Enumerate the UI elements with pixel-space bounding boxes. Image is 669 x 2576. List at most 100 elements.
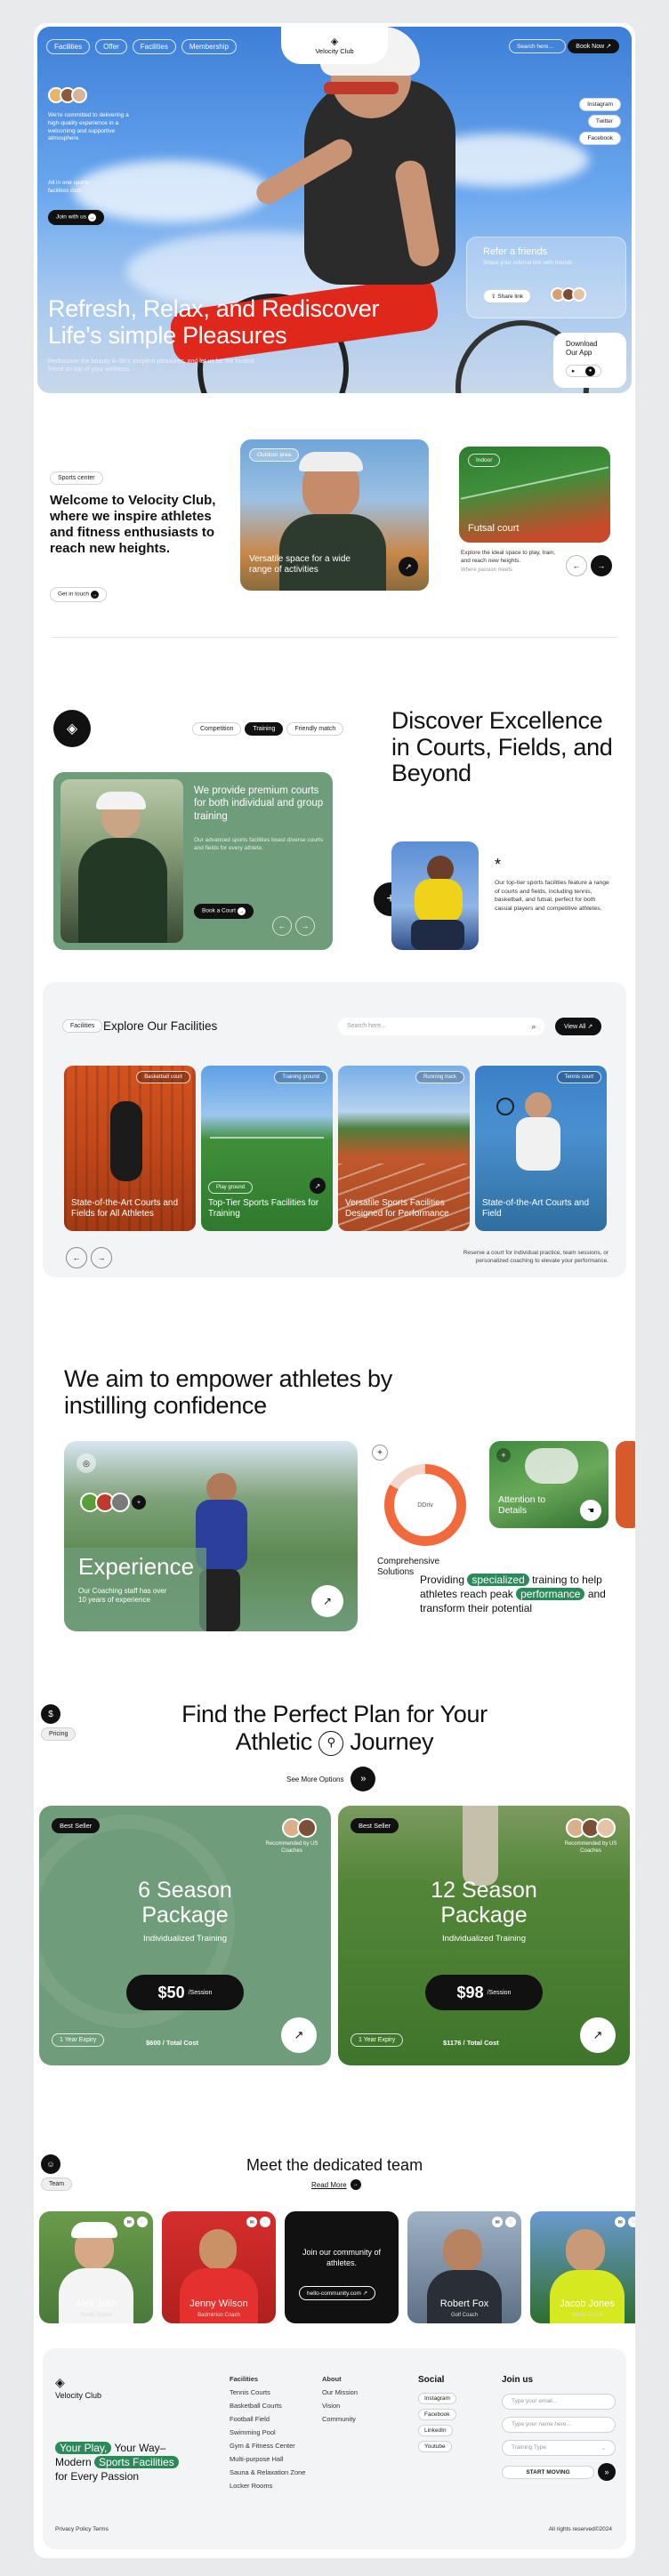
chat-icon[interactable]: ◌ [628, 2217, 635, 2227]
chat-icon[interactable]: ◌ [137, 2217, 148, 2227]
facebook-link[interactable]: Facebook [579, 132, 621, 145]
mail-icon[interactable]: ✉ [124, 2217, 134, 2227]
prev-arrow-icon[interactable]: ← [272, 916, 292, 936]
outdoor-area-card[interactable]: Outdoor area Versatile space for a wide … [240, 439, 429, 591]
linkedin-link[interactable]: LinkedIn [418, 2425, 453, 2436]
total-cost: $1176 / Total Cost [443, 2039, 499, 2047]
join-button[interactable]: Join with us → [48, 210, 104, 225]
footer-link[interactable]: Community [322, 2415, 358, 2423]
facility-card[interactable]: Basketball court State-of-the-Art Courts… [64, 1066, 196, 1231]
book-now-button[interactable]: Book Now ↗ [568, 39, 619, 53]
footer-social: Social Instagram Facebook LinkedIn Youtu… [418, 2375, 456, 2452]
facility-card[interactable]: Running track Versatile Sports Facilitie… [338, 1066, 470, 1231]
footer-about: About Our Mission Vision Community [322, 2375, 358, 2428]
footer-link[interactable]: Vision [322, 2402, 358, 2410]
facilities-section: Facilities Explore Our Facilities Search… [43, 982, 626, 1277]
discover-desc: Our top-tier sports facilities feature a… [495, 880, 609, 912]
mail-icon[interactable]: ✉ [492, 2217, 503, 2227]
download-app-card[interactable]: Download Our App ▸ ● [553, 333, 626, 388]
arrow-icon[interactable]: ↗ [580, 2017, 616, 2053]
see-more-options[interactable]: See More Options » [286, 1767, 376, 1791]
arrow-icon[interactable]: ↗ [310, 1178, 326, 1194]
email-field[interactable]: Type your email... [502, 2394, 616, 2410]
chat-icon[interactable]: ◌ [505, 2217, 516, 2227]
double-chevron-icon[interactable]: » [598, 2463, 616, 2481]
instagram-link[interactable]: Instagram [418, 2393, 456, 2404]
team-card[interactable]: ✉ ◌ Alex Josh Tennis Coach [39, 2211, 153, 2323]
tab-competition[interactable]: Competition [192, 722, 242, 736]
avatar-group: + [80, 1493, 146, 1512]
youtube-link[interactable]: Youtube [418, 2441, 452, 2452]
plan-type: Individualized Training [142, 1934, 227, 1944]
footer-link[interactable]: Sauna & Relaxation Zone [230, 2468, 305, 2476]
footer-heading: Facilities [230, 2375, 259, 2383]
twitter-link[interactable]: Twitter [587, 115, 621, 128]
tab-training[interactable]: Training [245, 722, 284, 736]
community-link[interactable]: hello-community.com ↗ [299, 2286, 376, 2300]
privacy-link[interactable]: Privacy Policy Terms [55, 2526, 109, 2532]
facility-card[interactable]: Training ground Play ground ↗ Top-Tier S… [201, 1066, 333, 1231]
name-field[interactable]: Type your name here... [502, 2417, 616, 2433]
footer-join: Join us Type your email... Type your nam… [502, 2375, 616, 2481]
team-title: Meet the dedicated team [246, 2156, 423, 2174]
search-input[interactable]: Search here... [509, 39, 566, 53]
plus-icon[interactable]: + [496, 1448, 511, 1462]
nav-item[interactable]: Membership [181, 39, 237, 54]
start-moving-button[interactable]: START MOVING [502, 2465, 594, 2479]
next-arrow-icon[interactable]: → [91, 1247, 112, 1268]
expiry-tag: 1 Year Expiry [52, 2033, 105, 2047]
futsal-desc: Explore the ideal space to play, train, … [461, 550, 556, 564]
facility-card[interactable]: Tennis court State-of-the-Art Courts and… [475, 1066, 607, 1231]
view-all-button[interactable]: View All ↗ [555, 1018, 602, 1035]
facility-label: Versatile Sports Facilities Designed for… [345, 1198, 449, 1219]
arrow-icon[interactable]: ↗ [281, 2017, 317, 2053]
nav-item[interactable]: Facilities [132, 39, 176, 54]
tab-friendly-match[interactable]: Friendly match [286, 722, 344, 736]
coach-avatars [566, 1818, 616, 1838]
prev-arrow-icon[interactable]: ← [566, 555, 587, 576]
arrow-icon[interactable]: ↗ [399, 557, 418, 576]
logo[interactable]: ◈ Velocity Club [281, 27, 388, 64]
team-card[interactable]: ✉ ◌ Jenny Wilson Badminton Coach [162, 2211, 276, 2323]
coach-avatars [282, 1818, 317, 1838]
book-court-button[interactable]: Book a Court → [194, 904, 254, 919]
read-more-link[interactable]: Read More → [311, 2179, 361, 2190]
app-store-toggle[interactable]: ▸ ● [566, 365, 601, 377]
chat-icon[interactable]: ◌ [260, 2217, 270, 2227]
next-arrow-icon[interactable]: → [295, 916, 315, 936]
footer-link[interactable]: Gym & Fitness Center [230, 2442, 305, 2450]
facility-tag: Basketball court [136, 1071, 190, 1083]
futsal-card[interactable]: Indoor Futsal court [459, 447, 610, 543]
footer-link[interactable]: Football Field [230, 2415, 305, 2423]
facilities-search-input[interactable]: Search here... [338, 1018, 544, 1035]
team-card[interactable]: ✉ ◌ Jacob Jones Tennis Coach [530, 2211, 635, 2323]
instagram-link[interactable]: Instagram [579, 98, 621, 111]
footer-link[interactable]: Our Mission [322, 2388, 358, 2396]
search-icon[interactable]: ⌕ [528, 1021, 539, 1032]
facebook-link[interactable]: Facebook [418, 2409, 456, 2420]
footer-link[interactable]: Multi-purpose Hall [230, 2455, 305, 2463]
hand-icon[interactable]: ☚ [580, 1500, 601, 1521]
prev-arrow-icon[interactable]: ← [66, 1247, 87, 1268]
share-link-button[interactable]: ⇪ Share link [483, 289, 532, 303]
mail-icon[interactable]: ✉ [615, 2217, 625, 2227]
footer-link[interactable]: Swimming Pool [230, 2428, 305, 2436]
footer-link[interactable]: Locker Rooms [230, 2482, 305, 2490]
nav-item[interactable]: Facilities [46, 39, 91, 54]
training-type-select[interactable]: Training Type ⌄ [502, 2440, 616, 2456]
team-card[interactable]: ✉ ◌ Robert Fox Golf Coach [407, 2211, 521, 2323]
price-pill[interactable]: $50/Session [126, 1975, 244, 2010]
arrow-icon[interactable]: ↗ [311, 1585, 343, 1617]
footer-link[interactable]: Tennis Courts [230, 2388, 305, 2396]
dollar-icon: $ [41, 1704, 60, 1724]
next-arrow-icon[interactable]: → [591, 555, 612, 576]
footer-link[interactable]: Basketball Courts [230, 2402, 305, 2410]
plus-icon[interactable]: + [372, 1445, 388, 1461]
facility-label: State-of-the-Art Courts and Fields for A… [71, 1198, 179, 1219]
get-in-touch-button[interactable]: Get in touch → [50, 587, 107, 602]
price-pill[interactable]: $98/Session [425, 1975, 543, 2010]
nav-item[interactable]: Offer [95, 39, 127, 54]
mail-icon[interactable]: ✉ [246, 2217, 257, 2227]
empower-sentence: Providing specialized training to help a… [420, 1574, 606, 1615]
gauge-value: DDriv [394, 1474, 456, 1536]
